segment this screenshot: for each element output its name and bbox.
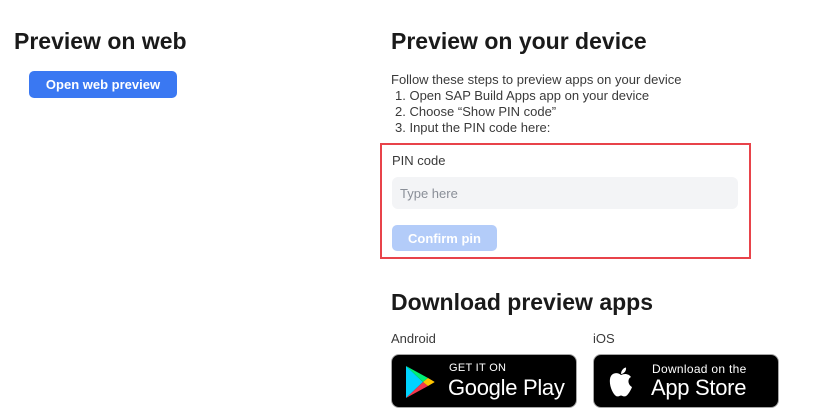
app-store-small-text: Download on the <box>652 362 747 376</box>
step-item: 2. Choose “Show PIN code” <box>395 104 557 119</box>
steps-list: 1. Open SAP Build Apps app on your devic… <box>391 88 682 136</box>
web-preview-title: Preview on web <box>14 28 187 54</box>
device-preview-section: Preview on your device <box>391 28 791 55</box>
app-store-badge[interactable]: Download on the App Store <box>593 354 779 408</box>
web-preview-section: Preview on web <box>14 28 187 55</box>
ios-label: iOS <box>593 331 615 346</box>
instructions-intro: Follow these steps to preview apps on yo… <box>391 72 682 87</box>
pin-code-label: PIN code <box>392 153 446 168</box>
pin-code-input[interactable] <box>392 177 738 209</box>
google-play-small-text: GET IT ON <box>449 362 507 374</box>
google-play-icon <box>406 366 435 398</box>
google-play-badge[interactable]: GET IT ON Google Play <box>391 354 577 408</box>
step-item: 1. Open SAP Build Apps app on your devic… <box>395 88 650 103</box>
apple-icon <box>609 367 632 397</box>
app-store-big-text: App Store <box>651 375 747 400</box>
step-item: 3. Input the PIN code here: <box>395 120 551 135</box>
open-web-preview-button[interactable]: Open web preview <box>29 71 177 98</box>
pin-entry-box: PIN code Confirm pin <box>380 143 751 259</box>
device-preview-title: Preview on your device <box>391 28 647 54</box>
android-label: Android <box>391 331 436 346</box>
download-apps-title: Download preview apps <box>391 289 653 315</box>
confirm-pin-button[interactable]: Confirm pin <box>392 225 497 251</box>
instructions: Follow these steps to preview apps on yo… <box>391 72 682 136</box>
google-play-big-text: Google Play <box>448 375 565 400</box>
